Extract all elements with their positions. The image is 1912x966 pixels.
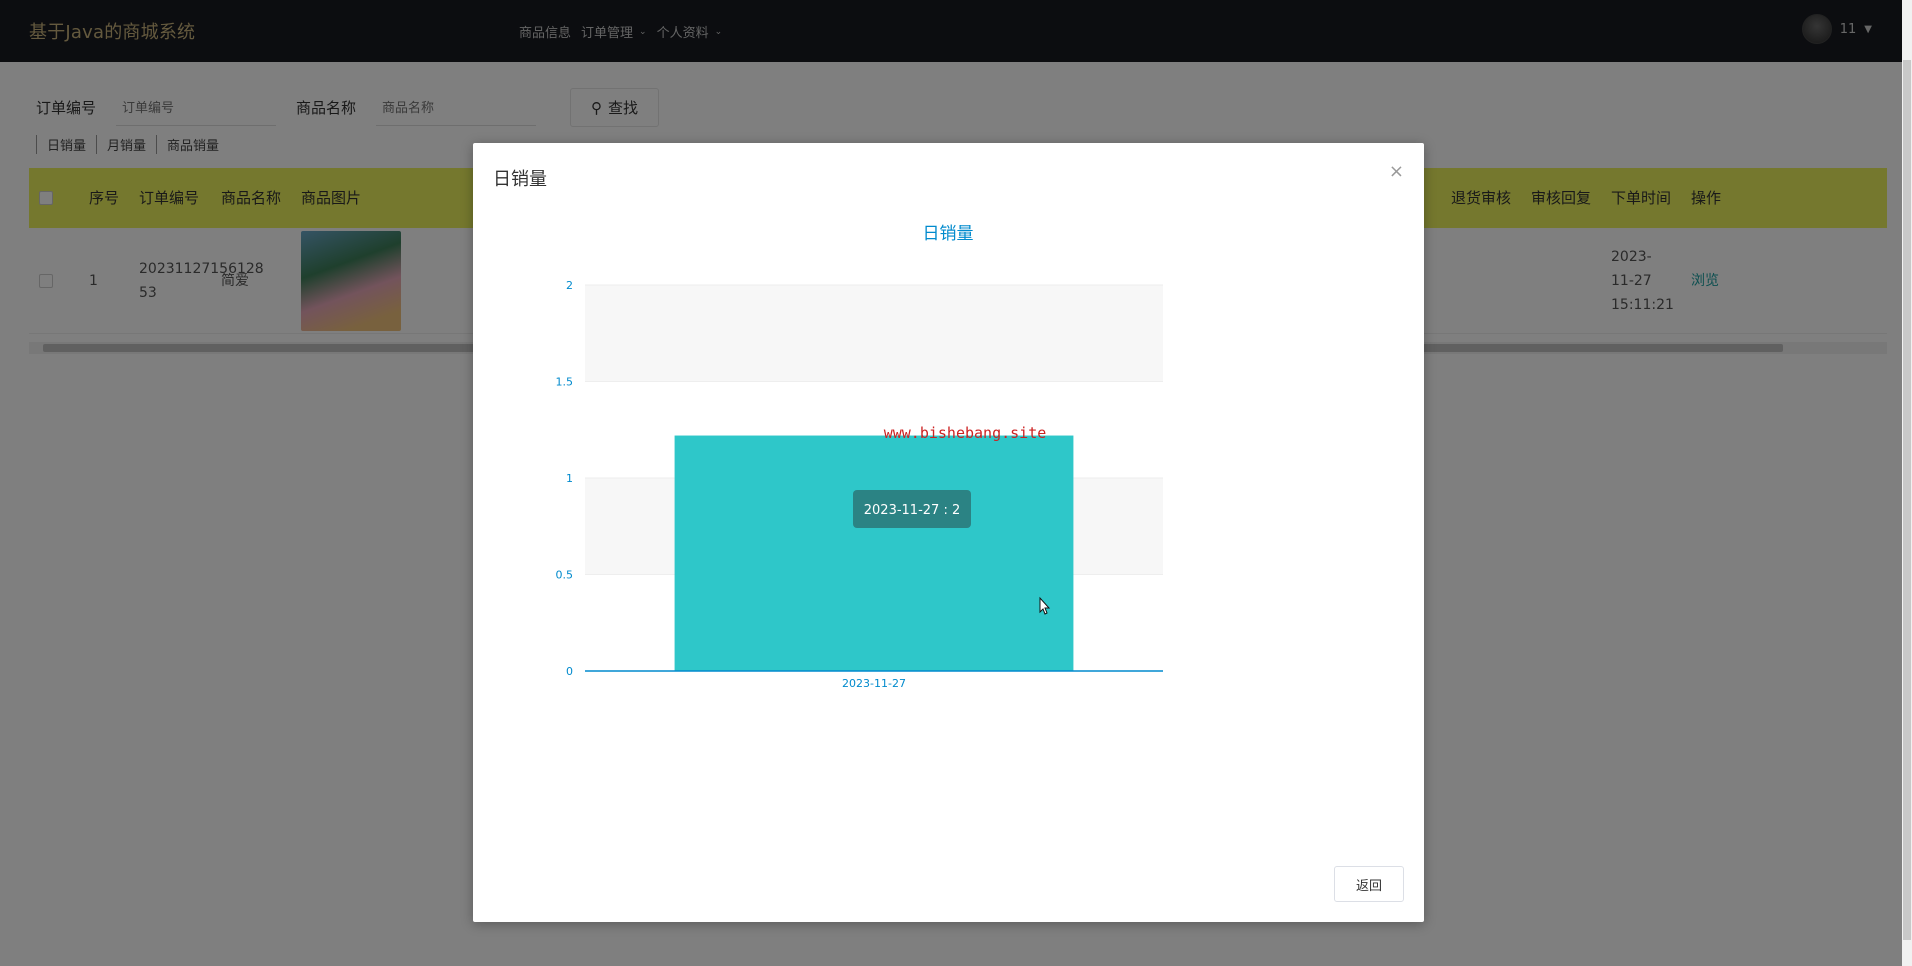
close-icon[interactable]: × bbox=[1389, 161, 1404, 182]
x-tick-label: 2023-11-27 bbox=[842, 677, 906, 690]
bar[interactable] bbox=[674, 435, 1074, 671]
y-tick-label: 1.5 bbox=[556, 376, 574, 389]
chart-bars bbox=[674, 435, 1074, 671]
y-tick-label: 0.5 bbox=[556, 569, 574, 582]
y-tick-label: 1 bbox=[566, 472, 573, 485]
back-button[interactable]: 返回 bbox=[1334, 866, 1404, 902]
daily-sales-dialog: 日销量 × 日销量 0 0.5 1 1.5 2 2023-11-27 www.bisheb… bbox=[473, 143, 1424, 922]
grid-band bbox=[585, 285, 1163, 382]
sales-chart: 日销量 0 0.5 1 1.5 2 2023-11-27 www.bishebang.si… bbox=[556, 224, 1163, 690]
tooltip-text: 2023-11-27 : 2 bbox=[864, 503, 960, 518]
chart-tooltip: 2023-11-27 : 2 bbox=[853, 490, 971, 528]
watermark-text: www.bishebang.site bbox=[884, 424, 1047, 442]
y-tick-label: 0 bbox=[566, 665, 573, 678]
vertical-scroll-thumb[interactable] bbox=[1903, 60, 1911, 940]
y-tick-label: 2 bbox=[566, 279, 573, 292]
vertical-scrollbar[interactable] bbox=[1902, 0, 1912, 966]
chart-title: 日销量 bbox=[923, 224, 974, 244]
dialog-title: 日销量 bbox=[493, 169, 547, 190]
